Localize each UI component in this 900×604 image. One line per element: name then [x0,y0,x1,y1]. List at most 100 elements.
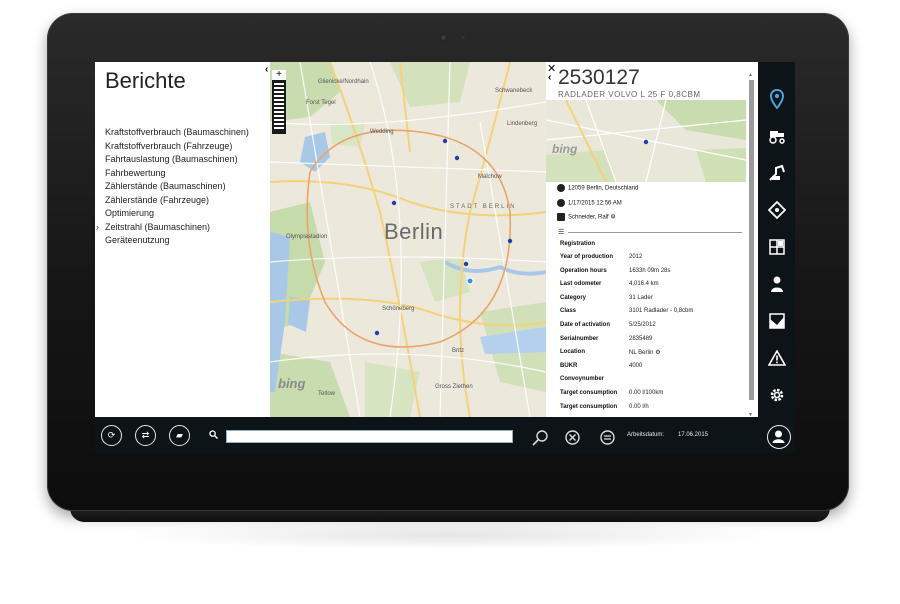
vehicle-button[interactable]: ▰ [169,425,190,446]
camera [440,34,447,41]
field-row: Last odometer 4,016.4 km [560,281,659,288]
wrench-icon [557,213,565,221]
map-place-label: Schöneberg [382,306,415,312]
worker-icon [770,276,783,292]
clear-filter-icon[interactable] [564,429,581,446]
location-pin-icon [769,88,784,109]
compass-icon [767,200,786,219]
nav-routes[interactable] [758,191,795,228]
refresh-icon: ⟳ [107,430,116,440]
vehicle-name: RADLADER VOLVO L 25 F 0,8CBM [558,90,701,99]
device-shadow [120,520,780,550]
app-screen: Berichte Kraftstoffverbrauch (Baumaschin… [95,62,795,453]
timestamp-row: 1/17/2015 12:56 AM [557,199,622,207]
nav-settings[interactable] [758,376,795,413]
map-place-label: Schwanebeck [495,88,533,94]
field-row: Date of activation 5/25/2012 [560,321,656,328]
collapse-panel-chevron-icon[interactable]: ‹ [265,64,268,75]
list-icon[interactable]: ☰ [558,228,564,236]
field-row: Target consumption 0.00 l/100km [560,389,664,396]
report-item[interactable]: Zählerstände (Fahrzeuge) [105,194,249,208]
back-chevron-icon[interactable]: ‹ [548,72,551,83]
excavator-icon [768,164,785,181]
report-item-active[interactable]: Zeitstrahl (Baumaschinen) [96,221,249,235]
bottom-app-bar: ⟳ ⇄ ▰ Arbeitsdatum: 17.06.2015 [95,417,758,453]
nav-alerts[interactable] [758,339,795,376]
report-item[interactable]: Geräteenutzung [105,234,249,248]
side-nav [758,62,795,453]
field-row: Serialnumber 2835489 [560,335,653,342]
report-item[interactable]: Optimierung [105,207,249,221]
map-place-label: Olympiastadion [286,234,328,240]
field-row: Class 3101 Radlader - 0,8cbm [560,308,694,315]
map-place-label: Malchow [478,174,502,180]
section-title: Registration [560,241,596,247]
map-tile-icon [768,312,785,329]
zoom-slider[interactable] [274,83,284,131]
map-place-label: Wedding [370,129,394,135]
settings-icon [770,388,783,401]
report-item[interactable]: Kraftstoffverbrauch (Baumaschinen) [105,126,249,140]
location-pin-icon [557,184,565,192]
arrow-circle-icon [557,199,565,207]
work-date-value[interactable]: 17.06.2015 [678,432,708,438]
field-row: BUKR 4000 [560,362,643,369]
work-date-label: Arbeitsdatum: [627,432,665,438]
link-icon[interactable]: ⚙ [655,350,660,356]
field-row: Target consumption 0.00 l/h [560,403,649,410]
map-search-icon[interactable] [532,429,549,446]
user-account-button[interactable] [767,425,791,449]
grid-icon [768,238,785,255]
district-label: STADT BERLIN [450,204,517,210]
vehicle-minimap: bing [546,100,746,182]
map-place-label: Forst Tegel [306,100,336,106]
divider [568,232,742,233]
warning-icon [767,349,786,366]
field-row: Location NL Berlin ⚙ [560,349,661,357]
swap-icon: ⇄ [141,430,150,440]
field-row: Convoynumber [560,376,605,383]
home-button[interactable]: ⟳ [101,425,122,446]
link-icon[interactable]: ⚙ [610,215,615,221]
tractor-icon [768,130,785,144]
report-item[interactable]: Zählerstände (Baumaschinen) [105,180,249,194]
nav-location[interactable] [758,80,795,117]
search-input[interactable] [226,430,513,443]
bing-logo: bing [278,376,306,391]
zoom-control[interactable]: + [272,70,286,134]
city-label: Berlin [384,219,444,244]
timestamp: 1/17/2015 12:56 AM [568,200,622,207]
field-row: Category 31 Lader [560,294,653,301]
nav-dashboard[interactable] [758,228,795,265]
report-item[interactable]: Fahrtauslastung (Baumaschinen) [105,153,249,167]
report-item[interactable]: Kraftstoffverbrauch (Fahrzeuge) [105,140,249,154]
map-view[interactable]: Glienicke/Nordhain Schwanebeck Forst Teg… [270,62,546,417]
report-item[interactable]: Fahrbewertung [105,167,249,181]
field-row: Year of production 2012 [560,254,643,260]
driver: Schneider, Ralf [568,214,609,221]
scrollbar-thumb[interactable] [749,80,754,400]
nav-drivers[interactable] [758,265,795,302]
map-place-label: Britz [452,348,464,354]
nav-vehicles[interactable] [758,117,795,154]
map-place-label: Teltow [318,391,336,397]
reports-panel: Berichte Kraftstoffverbrauch (Baumaschin… [95,62,270,417]
sync-button[interactable]: ⇄ [135,425,156,446]
address-row: 12059 Berlin, Deutschland [557,184,638,192]
truck-icon: ▰ [176,430,183,440]
sensor [462,36,465,39]
vehicle-details-panel: ✕ ‹ 2530127 RADLADER VOLVO L 25 F 0,8CBM… [546,62,758,417]
nav-areas[interactable] [758,302,795,339]
report-list: Kraftstoffverbrauch (Baumaschinen) Kraft… [96,126,249,248]
page-title: Berichte [105,68,186,93]
zoom-in-icon[interactable]: + [272,70,286,80]
minimap-tiles [546,100,746,182]
details-scrollbar[interactable]: ▲ ▼ [748,72,754,417]
map-place-label: Glienicke/Nordhain [318,79,369,85]
vehicle-id: 2530127 [558,66,640,89]
bing-logo: bing [552,142,578,156]
calendar-clock-icon[interactable] [599,429,616,446]
driver-row: Schneider, Ralf ⚙ [557,213,616,221]
scroll-up-icon[interactable]: ▲ [748,72,753,78]
nav-machines[interactable] [758,154,795,191]
